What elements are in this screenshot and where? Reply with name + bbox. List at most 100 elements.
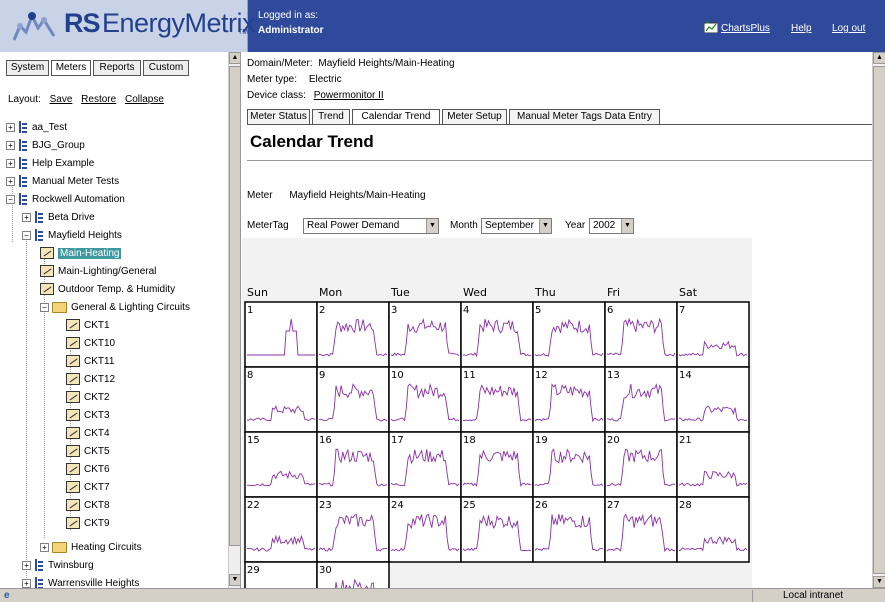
group-icon xyxy=(18,139,28,152)
day-cell-4[interactable] xyxy=(460,301,534,368)
tree-node-help-example[interactable]: + Help Example xyxy=(6,156,94,172)
scroll-up-icon[interactable]: ▲ xyxy=(229,52,240,64)
day-cell-1[interactable] xyxy=(244,301,318,368)
tab-meter-status[interactable]: Meter Status xyxy=(247,109,310,125)
month-select[interactable]: September ▼ xyxy=(481,218,552,234)
logo-text-energymetrix: EnergyMetrix xyxy=(102,8,256,38)
layout-restore-link[interactable]: Restore xyxy=(81,94,116,105)
tree-node-ckt10[interactable]: CKT10 xyxy=(66,336,115,352)
expand-icon[interactable]: + xyxy=(22,560,31,570)
day-cell-8[interactable] xyxy=(244,366,318,433)
group-icon xyxy=(18,175,28,188)
tree-node-beta-drive[interactable]: + Beta Drive xyxy=(22,210,95,226)
right-scrollbar[interactable]: ▲ ▼ xyxy=(872,52,885,588)
tree-node-ckt5[interactable]: CKT5 xyxy=(66,444,110,460)
expand-icon[interactable]: + xyxy=(22,212,31,222)
layout-collapse-link[interactable]: Collapse xyxy=(125,94,164,105)
collapse-icon[interactable]: − xyxy=(40,302,49,312)
expand-icon[interactable]: + xyxy=(6,158,15,168)
tree-node-bjg-group[interactable]: + BJG_Group xyxy=(6,138,85,154)
day-number: 26 xyxy=(535,500,548,511)
year-select[interactable]: 2002 ▼ xyxy=(589,218,634,234)
tree-node-outdoor-temp-humidity[interactable]: Outdoor Temp. & Humidity xyxy=(40,282,175,298)
day-cell-5[interactable] xyxy=(532,301,606,368)
tree-node-ckt4[interactable]: CKT4 xyxy=(66,426,110,442)
domain-meter-row: Domain/Meter: Mayfield Heights/Main-Heat… xyxy=(247,58,455,69)
expand-icon[interactable]: + xyxy=(40,542,49,552)
device-class-link[interactable]: Powermonitor II xyxy=(314,90,384,101)
tree-node-main-lighting-general[interactable]: Main-Lighting/General xyxy=(40,264,156,280)
tree-node-aa-test[interactable]: + aa_Test xyxy=(6,120,67,136)
expand-icon[interactable]: + xyxy=(22,578,31,588)
day-cell-7[interactable] xyxy=(676,301,750,368)
tree-connector xyxy=(26,232,27,588)
expand-icon[interactable]: + xyxy=(6,140,15,150)
help-link[interactable]: Help xyxy=(791,23,812,34)
group-icon xyxy=(34,559,44,572)
tree-node-rockwell-automation[interactable]: − Rockwell Automation xyxy=(6,192,125,208)
tab-trend[interactable]: Trend xyxy=(312,109,350,125)
tree-node-ckt8[interactable]: CKT8 xyxy=(66,498,110,514)
group-icon xyxy=(18,121,28,134)
collapse-icon[interactable]: − xyxy=(22,230,31,240)
expand-icon[interactable]: + xyxy=(6,122,15,132)
tree-node-ckt11[interactable]: CKT11 xyxy=(66,354,114,370)
scroll-down-icon[interactable]: ▼ xyxy=(873,576,885,588)
tab-meter-setup[interactable]: Meter Setup xyxy=(442,109,507,125)
day-cell-3[interactable] xyxy=(388,301,462,368)
chartsplus-icon[interactable] xyxy=(704,21,718,33)
tree-node-general-lighting-circuits[interactable]: − General & Lighting Circuits xyxy=(40,300,190,316)
layout-save-link[interactable]: Save xyxy=(50,94,73,105)
collapse-icon[interactable]: − xyxy=(6,194,15,204)
tree-node-ckt6[interactable]: CKT6 xyxy=(66,462,110,478)
tree-node-ckt1[interactable]: CKT1 xyxy=(66,318,110,334)
tree-node-ckt12[interactable]: CKT12 xyxy=(66,372,115,388)
scroll-down-icon[interactable]: ▼ xyxy=(229,574,240,586)
day-number: 6 xyxy=(607,305,613,316)
group-icon xyxy=(34,577,44,588)
scroll-up-icon[interactable]: ▲ xyxy=(873,52,885,64)
metertag-select[interactable]: Real Power Demand ▼ xyxy=(303,218,439,234)
tab-manual-meter-tags[interactable]: Manual Meter Tags Data Entry xyxy=(509,109,660,125)
tree-node-main-heating[interactable]: Main-Heating xyxy=(40,246,122,262)
tree-node-twinsburg[interactable]: + Twinsburg xyxy=(22,558,94,574)
expand-icon[interactable]: + xyxy=(6,176,15,186)
day-cell-6[interactable] xyxy=(604,301,678,368)
day-number: 13 xyxy=(607,370,620,381)
logo-text-rs: RS xyxy=(64,8,101,38)
right-scroll-thumb[interactable] xyxy=(873,66,885,574)
day-cell-2[interactable] xyxy=(316,301,390,368)
tree-node-ckt3[interactable]: CKT3 xyxy=(66,408,110,424)
month-value: September xyxy=(485,220,534,231)
tab-custom[interactable]: Custom xyxy=(143,60,189,76)
day-number: 17 xyxy=(391,435,404,446)
tree-node-manual-meter-tests[interactable]: + Manual Meter Tests xyxy=(6,174,119,190)
left-scrollbar[interactable]: ▲ ▼ xyxy=(228,52,240,588)
group-icon xyxy=(34,211,44,224)
day-number: 2 xyxy=(319,305,325,316)
day-number: 5 xyxy=(535,305,541,316)
tree-node-heating-circuits[interactable]: + Heating Circuits xyxy=(40,540,142,556)
tree-node-mayfield-heights[interactable]: − Mayfield Heights xyxy=(22,228,122,244)
chartsplus-link[interactable]: ChartsPlus xyxy=(721,23,770,34)
tab-system[interactable]: System xyxy=(6,60,49,76)
tab-calendar-trend[interactable]: Calendar Trend xyxy=(352,109,440,125)
tree-node-ckt9[interactable]: CKT9 xyxy=(66,516,110,532)
tree-node-warrensville-heights[interactable]: + Warrensville Heights xyxy=(22,576,139,588)
title-divider xyxy=(247,160,873,161)
left-scroll-thumb[interactable] xyxy=(229,66,240,546)
tree-node-ckt2[interactable]: CKT2 xyxy=(66,390,110,406)
meter-label: Meter xyxy=(247,190,273,201)
group-icon xyxy=(18,193,28,206)
metertag-value: Real Power Demand xyxy=(307,220,400,231)
tab-reports[interactable]: Reports xyxy=(93,60,141,76)
day-number: 12 xyxy=(535,370,548,381)
dropdown-arrow-icon[interactable]: ▼ xyxy=(426,219,438,233)
logout-link[interactable]: Log out xyxy=(832,23,865,34)
day-number: 15 xyxy=(247,435,260,446)
dropdown-arrow-icon[interactable]: ▼ xyxy=(539,219,551,233)
tab-meters[interactable]: Meters xyxy=(51,60,91,76)
tree-node-ckt7[interactable]: CKT7 xyxy=(66,480,110,496)
dropdown-arrow-icon[interactable]: ▼ xyxy=(621,219,633,233)
day-cell-9[interactable] xyxy=(316,366,390,433)
